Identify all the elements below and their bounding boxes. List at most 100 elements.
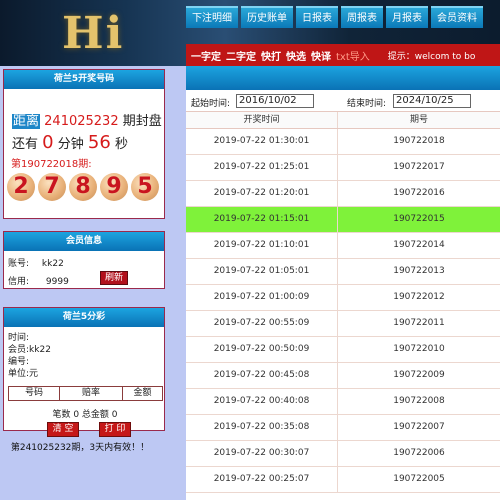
draw-time-cell: 2019-07-22 01:30:01 bbox=[186, 129, 338, 154]
issue-no-cell: 190722014 bbox=[393, 240, 445, 250]
table-header: 开奖时间 期号 bbox=[186, 111, 500, 129]
bet-unit-row: 单位:元 bbox=[8, 369, 38, 380]
left-sidebar: 荷兰5开奖号码 距离 241025232 期封盘 还有 0 分钟 56 秒 第1… bbox=[0, 66, 186, 500]
table-row[interactable]: 2019-07-22 01:05:01 190722013 bbox=[186, 259, 500, 285]
draw-time-cell: 2019-07-22 00:30:07 bbox=[186, 441, 338, 466]
draw-result-panel: 荷兰5开奖号码 距离 241025232 期封盘 还有 0 分钟 56 秒 第1… bbox=[3, 69, 165, 219]
issue-no-cell: 190722008 bbox=[393, 396, 445, 406]
table-row[interactable]: 2019-07-22 01:15:01 190722015 bbox=[186, 207, 500, 233]
bet-type-bar: 一字定 二字定 快打 快选 快译 txt导入 提示：welcom to bo bbox=[186, 44, 500, 66]
marquee-tip: 提示：welcom to bo bbox=[387, 51, 476, 62]
bet-time-label: 时间: bbox=[8, 333, 30, 343]
bet-table-header: 号码 赔率 金额 bbox=[8, 386, 163, 401]
issue-no-cell: 190722005 bbox=[393, 474, 445, 484]
subnav-quick-select[interactable]: 快选 bbox=[286, 48, 306, 63]
account-value: kk22 bbox=[41, 259, 64, 269]
table-row[interactable]: 2019-07-22 00:40:08 190722008 bbox=[186, 389, 500, 415]
draw-close-line: 距离 241025232 期封盘 bbox=[12, 110, 162, 129]
result-ball: 7 bbox=[38, 173, 66, 201]
print-button[interactable]: 打 印 bbox=[99, 422, 131, 437]
result-ball: 8 bbox=[69, 173, 97, 201]
issue-no-cell: 190722013 bbox=[393, 266, 445, 276]
nav-member-profile[interactable]: 会员资料 bbox=[431, 6, 483, 28]
nav-weekly-report[interactable]: 周报表 bbox=[341, 6, 383, 28]
bet-totals: 笔数 0 总金额 0 bbox=[52, 410, 118, 420]
history-header-bar bbox=[186, 66, 500, 90]
draw-time-cell: 2019-07-22 00:40:08 bbox=[186, 389, 338, 414]
bet-unit-value: 元 bbox=[29, 369, 39, 379]
draw-time-cell: 2019-07-22 01:00:09 bbox=[186, 285, 338, 310]
draw-time-cell: 2019-07-22 00:55:09 bbox=[186, 311, 338, 336]
issue-no-cell: 190722006 bbox=[393, 448, 445, 458]
draw-close-suffix: 期封盘 bbox=[122, 114, 162, 129]
nav-history-bills[interactable]: 历史账单 bbox=[241, 6, 293, 28]
nav-monthly-report[interactable]: 月报表 bbox=[386, 6, 428, 28]
bet-panel-title: 荷兰5分彩 bbox=[4, 308, 164, 327]
subnav-one-digit[interactable]: 一字定 bbox=[191, 48, 221, 63]
countdown: 还有 0 分钟 56 秒 bbox=[12, 132, 128, 153]
issue-no-cell: 190722010 bbox=[393, 344, 445, 354]
date-filter: 起始时间: 2016/10/02 结束时间: 2024/10/25 bbox=[189, 93, 500, 111]
nav-daily-report[interactable]: 日报表 bbox=[296, 6, 338, 28]
end-date-input[interactable]: 2024/10/25 bbox=[393, 94, 471, 108]
draw-time-cell: 2019-07-22 01:15:01 bbox=[186, 207, 338, 232]
credit-row: 信用: 9999 bbox=[8, 274, 69, 287]
col-number: 号码 bbox=[9, 387, 60, 400]
logo: Hi bbox=[62, 8, 125, 59]
bet-member-label: 会员: bbox=[8, 345, 30, 355]
col-draw-time: 开奖时间 bbox=[186, 112, 338, 128]
issue-no-cell: 190722016 bbox=[393, 188, 445, 198]
col-odds: 赔率 bbox=[60, 387, 123, 400]
draw-time-cell: 2019-07-22 01:05:01 bbox=[186, 259, 338, 284]
result-balls: 2 7 8 9 5 bbox=[7, 173, 162, 201]
draw-panel-title: 荷兰5开奖号码 bbox=[4, 70, 164, 89]
draw-time-cell: 2019-07-22 00:50:09 bbox=[186, 337, 338, 362]
col-amount: 金额 bbox=[133, 388, 152, 398]
table-row[interactable]: 2019-07-22 01:10:01 190722014 bbox=[186, 233, 500, 259]
table-row[interactable]: 2019-07-22 00:25:07 190722005 bbox=[186, 467, 500, 493]
start-date-input[interactable]: 2016/10/02 bbox=[236, 94, 314, 108]
subnav-txt-import[interactable]: txt导入 bbox=[336, 48, 370, 63]
draw-time-cell: 2019-07-22 00:45:08 bbox=[186, 363, 338, 388]
member-info-panel: 会员信息 账号: kk22 信用: 9999 刷新 bbox=[3, 231, 165, 289]
table-row[interactable]: 2019-07-22 00:55:09 190722011 bbox=[186, 311, 500, 337]
draw-distance-label: 距离 bbox=[12, 114, 41, 129]
draw-time-cell: 2019-07-22 01:10:01 bbox=[186, 233, 338, 258]
countdown-second-unit: 秒 bbox=[114, 137, 128, 152]
issue-no-cell: 190722012 bbox=[393, 292, 445, 302]
end-date-label: 结束时间: bbox=[347, 99, 387, 109]
countdown-seconds: 56 bbox=[87, 132, 111, 153]
table-row[interactable]: 2019-07-22 01:30:01 190722018 bbox=[186, 129, 500, 155]
result-ball: 2 bbox=[7, 173, 35, 201]
bet-slip-panel: 荷兰5分彩 时间: 会员:kk22 编号: 单位:元 号码 赔率 金额 笔数 0… bbox=[3, 307, 165, 437]
validity-note: 第241025232期，3天内有效！！ bbox=[10, 443, 150, 453]
refresh-button[interactable]: 刷新 bbox=[100, 271, 128, 285]
subnav-quick-translate[interactable]: 快译 bbox=[311, 48, 331, 63]
main-nav: 下注明细 历史账单 日报表 周报表 月报表 会员资料 bbox=[186, 6, 486, 29]
table-row[interactable]: 2019-07-22 00:45:08 190722009 bbox=[186, 363, 500, 389]
table-row[interactable]: 2019-07-22 00:35:08 190722007 bbox=[186, 415, 500, 441]
result-ball: 5 bbox=[131, 173, 159, 201]
subnav-quick-bet[interactable]: 快打 bbox=[261, 48, 281, 63]
table-row[interactable]: 2019-07-22 00:30:07 190722006 bbox=[186, 441, 500, 467]
bet-member-value: kk22 bbox=[29, 345, 51, 355]
credit-label: 信用: bbox=[8, 277, 30, 287]
draw-time-cell: 2019-07-22 01:25:01 bbox=[186, 155, 338, 180]
subnav-two-digit[interactable]: 二字定 bbox=[226, 48, 256, 63]
countdown-minute-unit: 分钟 bbox=[57, 137, 84, 152]
draw-history-table: 开奖时间 期号 2019-07-22 01:30:01 190722018 2019… bbox=[186, 111, 500, 493]
draw-number: 241025232 bbox=[44, 114, 119, 129]
issue-no-cell: 190722017 bbox=[393, 162, 445, 172]
table-row[interactable]: 2019-07-22 00:50:09 190722010 bbox=[186, 337, 500, 363]
result-ball: 9 bbox=[100, 173, 128, 201]
nav-bet-details[interactable]: 下注明细 bbox=[186, 6, 238, 28]
clear-button[interactable]: 清 空 bbox=[47, 422, 79, 437]
account-label: 账号: bbox=[8, 259, 30, 269]
bet-unit-label: 单位: bbox=[8, 369, 30, 379]
bet-member-row: 会员:kk22 bbox=[8, 345, 51, 356]
issue-no-cell: 190722009 bbox=[393, 370, 445, 380]
draw-time-cell: 2019-07-22 00:25:07 bbox=[186, 467, 338, 492]
table-row[interactable]: 2019-07-22 01:00:09 190722012 bbox=[186, 285, 500, 311]
table-row[interactable]: 2019-07-22 01:25:01 190722017 bbox=[186, 155, 500, 181]
table-row[interactable]: 2019-07-22 01:20:01 190722016 bbox=[186, 181, 500, 207]
